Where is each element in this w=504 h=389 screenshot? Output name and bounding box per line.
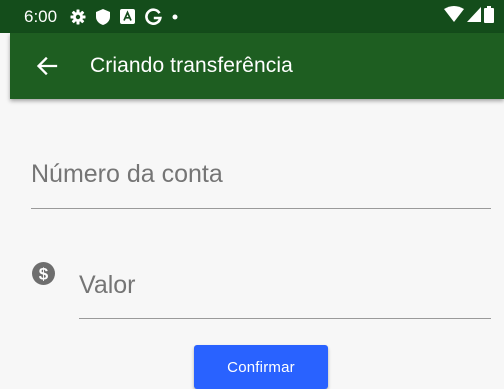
dollar-circle-icon: $ [32, 262, 55, 285]
account-number-input[interactable] [31, 159, 491, 189]
status-bar: 6:00 [0, 0, 504, 33]
shield-icon [96, 8, 111, 26]
signal-icon [467, 6, 481, 27]
arrow-back-icon [36, 56, 58, 76]
android-auto-icon [120, 8, 136, 26]
google-icon [145, 8, 162, 26]
svg-text:$: $ [39, 265, 49, 284]
app-bar: Criando transferência [10, 33, 504, 99]
value-field[interactable] [79, 252, 491, 319]
status-right-icons [444, 5, 494, 28]
battery-icon [484, 5, 494, 28]
gear-icon [70, 8, 86, 26]
dot-icon [172, 8, 178, 26]
value-input[interactable] [79, 270, 491, 300]
wifi-icon [444, 6, 464, 27]
account-number-field[interactable] [31, 140, 491, 209]
confirm-button[interactable]: Confirmar [194, 345, 328, 389]
status-icons [70, 8, 178, 26]
page-title: Criando transferência [90, 54, 293, 77]
status-time: 6:00 [24, 6, 58, 26]
back-button[interactable] [14, 33, 80, 99]
